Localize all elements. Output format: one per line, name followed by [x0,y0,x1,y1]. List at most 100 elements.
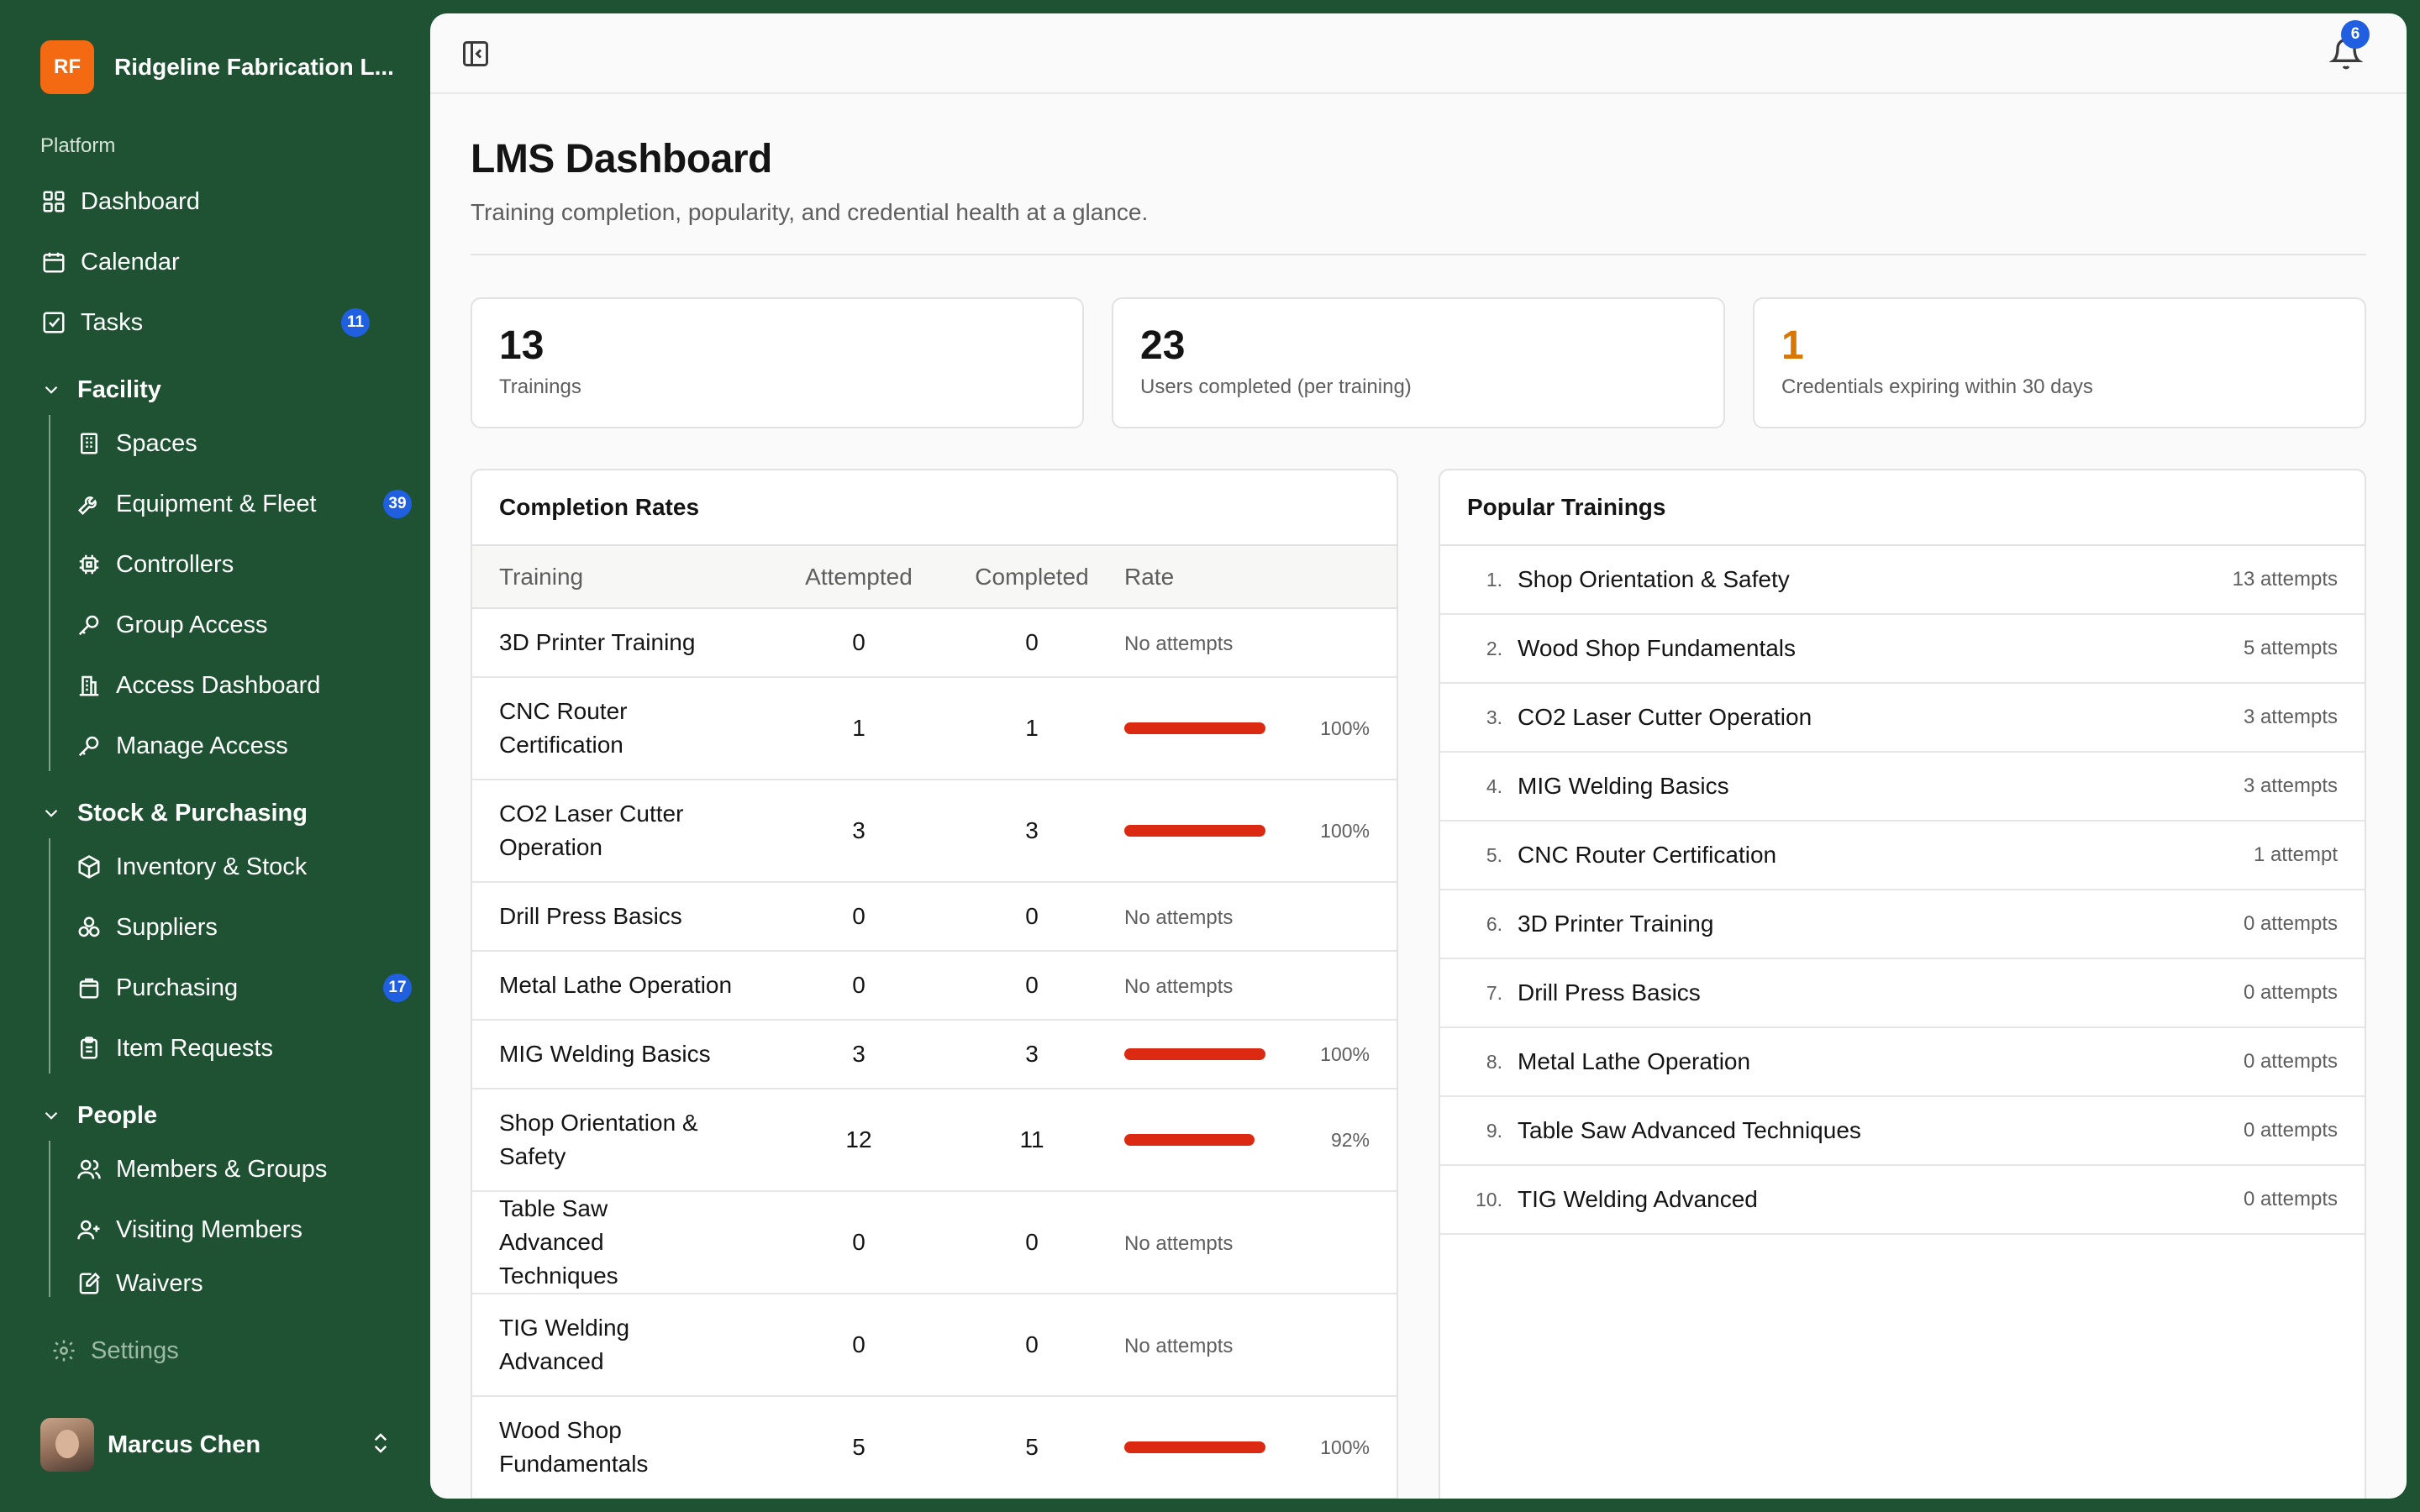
rate-cell: No attempts [1121,1294,1397,1397]
nav-item-manage-access[interactable]: Manage Access [76,722,412,769]
attempted-count: 3 [775,780,943,883]
table-row[interactable]: Table Saw Advanced Techniques 0 0 No attemp… [472,1191,1397,1294]
table-row[interactable]: TIG Welding Advanced 0 0 No attempts [472,1294,1397,1397]
rate-display: 100% [1124,717,1370,740]
progress-bar-fill [1124,1048,1265,1060]
equipment-badge: 39 [383,490,412,518]
nav-label: Dashboard [81,187,200,215]
nav-item-controllers[interactable]: Controllers [76,541,412,588]
column-header-training[interactable]: Training [472,546,775,609]
nav-label: Group Access [116,611,268,638]
training-name: Drill Press Basics [472,882,775,952]
nav-item-equipment-fleet[interactable]: Equipment & Fleet 39 [76,480,412,528]
nav-item-waivers[interactable]: Waivers [76,1267,412,1297]
list-item[interactable]: 1. Shop Orientation & Safety 13 attempts [1440,546,2365,615]
nav-item-calendar[interactable]: Calendar [40,239,410,286]
nav-item-group-access[interactable]: Group Access [76,601,412,648]
table-row[interactable]: MIG Welding Basics 3 3 100% [472,1020,1397,1089]
completion-table: Training Attempted Completed Rate 3D Pri… [472,546,1397,1499]
list-item[interactable]: 9. Table Saw Advanced Techniques 0 attempt… [1440,1097,2365,1166]
list-item[interactable]: 4. MIG Welding Basics 3 attempts [1440,753,2365,822]
nav-label: Spaces [116,429,197,457]
group-label: People [77,1101,158,1129]
nav-label: Settings [91,1336,179,1364]
chevron-down-icon [40,1104,64,1127]
attempted-count: 0 [775,608,943,678]
list-item[interactable]: 2. Wood Shop Fundamentals 5 attempts [1440,615,2365,684]
attempt-count: 3 attempts [2243,774,2338,797]
chevrons-up-down-icon [368,1431,393,1460]
gear-icon [50,1337,77,1364]
list-item[interactable]: 5. CNC Router Certification 1 attempt [1440,822,2365,890]
completed-count: 0 [943,1191,1121,1294]
table-row[interactable]: 3D Printer Training 0 0 No attempts [472,608,1397,678]
attempted-count: 5 [775,1396,943,1499]
table-row[interactable]: Shop Orientation & Safety 12 11 92% [472,1089,1397,1192]
training-name: CO2 Laser Cutter Operation [1518,704,1812,730]
completed-count: 0 [943,608,1121,678]
table-row[interactable]: Wood Shop Fundamentals 5 5 100% [472,1396,1397,1499]
nav-item-dashboard[interactable]: Dashboard [40,178,410,225]
rank-number: 10. [1476,1188,1502,1210]
column-header-attempted[interactable]: Attempted [775,546,943,609]
nav-item-purchasing[interactable]: Purchasing 17 [76,964,412,1011]
nav-label: Access Dashboard [116,671,321,699]
stat-card-credentials-expiring: 1 Credentials expiring within 30 days [1753,297,2366,428]
nav-item-tasks[interactable]: Tasks 11 [40,299,410,346]
list-item[interactable]: 10. TIG Welding Advanced 0 attempts [1440,1166,2365,1235]
card-title: Popular Trainings [1440,470,2365,546]
key-icon [76,732,103,759]
nav-item-access-dashboard[interactable]: Access Dashboard [76,662,412,709]
attempt-count: 13 attempts [2232,568,2338,591]
nav-item-settings[interactable]: Settings [50,1327,420,1374]
group-people[interactable]: People [40,1094,157,1137]
nav-item-suppliers[interactable]: Suppliers [76,904,412,951]
nav-label: Item Requests [116,1034,273,1062]
table-row[interactable]: CO2 Laser Cutter Operation 3 3 100% [472,780,1397,883]
purchasing-badge: 17 [383,974,412,1002]
nav-label: Controllers [116,550,234,578]
list-item[interactable]: 7. Drill Press Basics 0 attempts [1440,959,2365,1028]
attempt-count: 3 attempts [2243,706,2338,728]
stat-label: Credentials expiring within 30 days [1781,375,2093,398]
nav-label: Manage Access [116,732,288,759]
completed-count: 0 [943,1294,1121,1397]
nav-item-item-requests[interactable]: Item Requests [76,1025,412,1072]
org-switcher[interactable]: RF Ridgeline Fabrication L... [40,40,394,94]
progress-bar [1124,722,1265,734]
stat-label: Trainings [499,375,581,398]
nav-label: Tasks [81,308,144,336]
rate-cell: No attempts [1121,882,1397,952]
stat-value: 1 [1781,323,1804,368]
group-facility[interactable]: Facility [40,368,161,412]
completion-rates-card: Completion Rates Training Attempted Comp… [471,469,1398,1499]
nav-item-visiting-members[interactable]: Visiting Members [76,1206,412,1253]
attempted-count: 0 [775,1191,943,1294]
completion-table-body: 3D Printer Training 0 0 No attempts CNC Rout… [472,608,1397,1499]
rank-number: 6. [1486,912,1502,935]
column-header-completed[interactable]: Completed [943,546,1121,609]
nav-item-members-groups[interactable]: Members & Groups [76,1146,412,1193]
building-icon [76,672,103,699]
rate-cell: 92% [1121,1089,1397,1192]
training-name: Wood Shop Fundamentals [472,1396,775,1499]
sidebar: RF Ridgeline Fabrication L... Platform D… [0,0,430,1512]
group-label: Stock & Purchasing [77,799,308,827]
training-name: TIG Welding Advanced [472,1294,775,1397]
list-item[interactable]: 6. 3D Printer Training 0 attempts [1440,890,2365,959]
list-item[interactable]: 8. Metal Lathe Operation 0 attempts [1440,1028,2365,1097]
org-logo: RF [40,40,94,94]
table-row[interactable]: Metal Lathe Operation 0 0 No attempts [472,951,1397,1021]
group-stock-purchasing[interactable]: Stock & Purchasing [40,791,308,835]
rank-number: 2. [1486,637,1502,659]
table-row[interactable]: CNC Router Certification 1 1 100% [472,677,1397,780]
user-menu[interactable]: Marcus Chen [40,1418,393,1472]
list-item[interactable]: 3. CO2 Laser Cutter Operation 3 attempts [1440,684,2365,753]
sidebar-toggle-icon[interactable] [460,39,491,69]
nav-item-spaces[interactable]: Spaces [76,420,412,467]
key-icon [76,612,103,638]
nav-item-inventory-stock[interactable]: Inventory & Stock [76,843,412,890]
nav-label: Members & Groups [116,1155,328,1183]
column-header-rate[interactable]: Rate [1121,546,1397,609]
table-row[interactable]: Drill Press Basics 0 0 No attempts [472,882,1397,952]
